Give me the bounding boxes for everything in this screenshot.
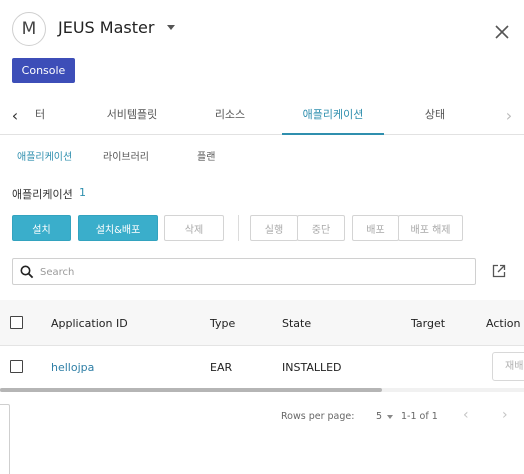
delete-button[interactable]: 삭제 [164,215,224,241]
install-button[interactable]: 설치 [12,215,71,241]
rows-per-page-select[interactable]: 5 [376,411,382,422]
column-header-application-id[interactable]: Application ID [51,317,128,330]
next-page-icon[interactable]: › [502,407,508,423]
tab-server-template[interactable]: 서비템플릿 [92,97,172,135]
search-box [12,258,476,285]
search-input[interactable] [40,263,460,281]
column-header-action: Action [486,317,521,330]
divider [238,215,239,241]
application-state: INSTALLED [282,361,342,374]
chevron-down-icon[interactable] [167,25,175,30]
redeploy-button[interactable]: 재배 [492,352,524,381]
horizontal-scrollbar[interactable] [0,388,382,392]
application-id-link[interactable]: hellojpa [51,361,94,374]
tab-resources[interactable]: 리소스 [200,97,260,135]
search-icon [20,265,34,279]
sub-tabs: 애플리케이션 라이브러리 플랜 [0,145,524,165]
select-all-checkbox[interactable] [10,316,23,329]
table-row: hellojpa EAR INSTALLED [0,346,524,388]
table-header: Application ID Type State Target Action [0,300,524,346]
avatar: M [12,12,46,46]
chevron-right-icon[interactable]: › [500,97,518,133]
subtab-applications[interactable]: 애플리케이션 [17,148,72,163]
side-panel-edge [0,404,10,474]
main-tabs: ‹ 터 서비템플릿 리소스 애플리케이션 상태 › [0,97,524,135]
run-button[interactable]: 실행 [250,215,298,241]
previous-page-icon[interactable]: ‹ [463,407,469,423]
open-in-new-icon[interactable] [492,264,506,278]
tab-applications[interactable]: 애플리케이션 [282,97,384,135]
install-deploy-button[interactable]: 설치&배포 [78,215,158,241]
app-title[interactable]: JEUS Master [58,18,154,37]
column-header-type[interactable]: Type [210,317,235,330]
application-count: 1 [79,186,86,199]
subtab-plans[interactable]: 플랜 [197,148,215,163]
deploy-button[interactable]: 배포 [352,215,399,241]
undeploy-button[interactable]: 배포 해제 [398,215,463,241]
column-header-target[interactable]: Target [411,317,445,330]
rows-per-page-label: Rows per page: [281,411,355,422]
section-title: 애플리케이션 [12,188,73,201]
close-icon[interactable] [494,24,510,40]
application-type: EAR [210,361,233,374]
chevron-left-icon[interactable]: ‹ [6,97,24,133]
stop-button[interactable]: 중단 [297,215,345,241]
subtab-libraries[interactable]: 라이브러리 [103,148,149,163]
chevron-down-icon[interactable] [387,415,393,419]
column-header-state[interactable]: State [282,317,311,330]
pagination-range: 1-1 of 1 [401,411,438,422]
tab-cluster[interactable]: 터 [30,97,50,135]
row-checkbox[interactable] [10,360,23,373]
console-button[interactable]: Console [12,58,75,83]
tab-status[interactable]: 상태 [412,97,458,135]
